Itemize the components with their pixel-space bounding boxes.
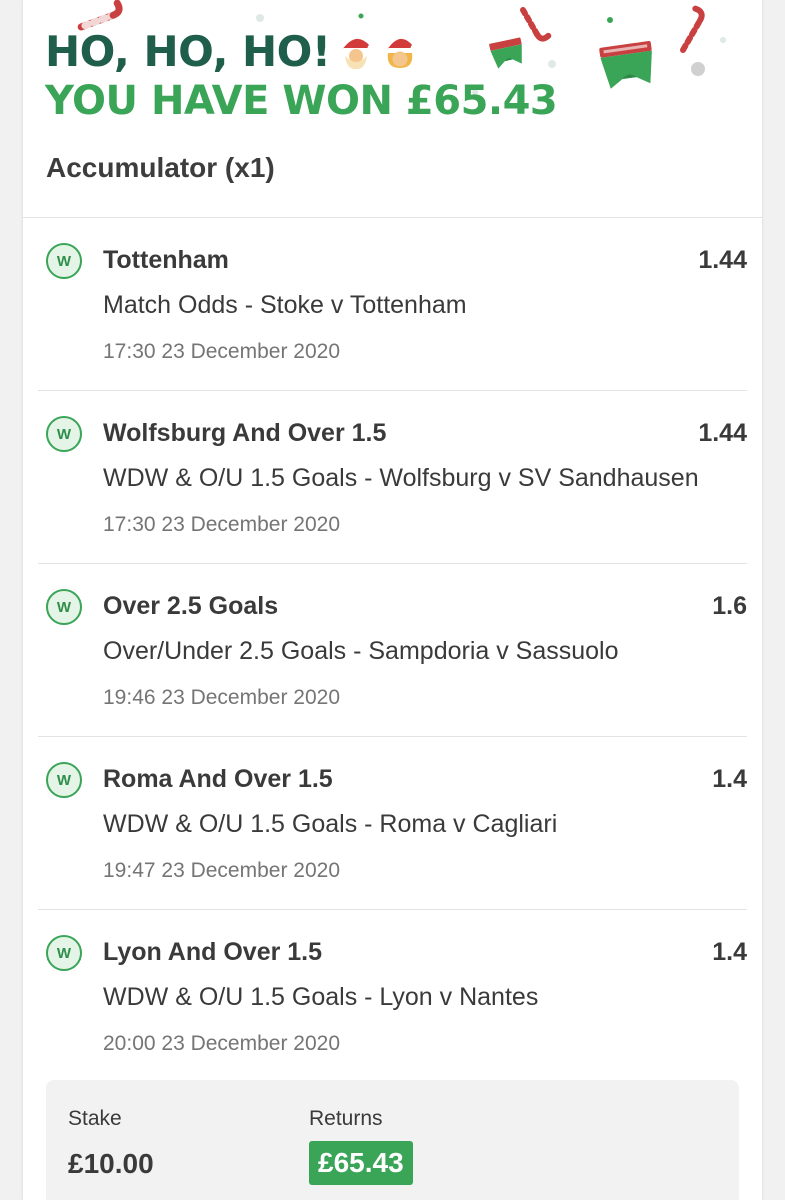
event-time: 17:30 23 December 2020	[103, 340, 340, 363]
underpants-icon	[599, 41, 652, 89]
win-status-icon: W	[46, 762, 82, 798]
win-status-icon: W	[46, 416, 82, 452]
list-item: W Roma And Over 1.5 1.4 WDW & O/U 1.5 Go…	[38, 737, 747, 910]
market-name: WDW & O/U 1.5 Goals - Roma v Cagliari	[103, 810, 558, 838]
market-name: WDW & O/U 1.5 Goals - Wolfsburg v SV San…	[103, 464, 699, 492]
event-time: 17:30 23 December 2020	[103, 513, 340, 536]
candy-cane-icon	[520, 7, 552, 42]
list-item: W Wolfsburg And Over 1.5 1.44 WDW & O/U …	[38, 391, 747, 564]
selection-odds: 1.4	[712, 765, 747, 793]
bet-legs-list: W Tottenham 1.44 Match Odds - Stoke v To…	[38, 218, 747, 1083]
event-time: 19:46 23 December 2020	[103, 686, 340, 709]
stake-value: £10.00	[68, 1148, 154, 1179]
market-name: Over/Under 2.5 Goals - Sampdoria v Sassu…	[103, 637, 619, 665]
santa-emoji-icon	[341, 38, 375, 70]
selection-name: Lyon And Over 1.5	[103, 938, 323, 966]
returns-value: £65.43	[309, 1141, 413, 1185]
banner-headline: HO, HO, HO!	[45, 28, 419, 76]
market-name: Match Odds - Stoke v Tottenham	[103, 291, 467, 319]
list-item: W Tottenham 1.44 Match Odds - Stoke v To…	[38, 218, 747, 391]
bet-card: HO, HO, HO! YOU HAVE WON £65.43 Accumula…	[23, 0, 762, 1200]
win-status-icon: W	[46, 243, 82, 279]
selection-odds: 1.44	[698, 246, 747, 274]
market-name: WDW & O/U 1.5 Goals - Lyon v Nantes	[103, 983, 539, 1011]
candy-cane-icon	[680, 5, 705, 53]
win-status-icon: W	[46, 589, 82, 625]
selection-name: Roma And Over 1.5	[103, 765, 333, 793]
mrs-claus-emoji-icon	[386, 38, 418, 68]
event-time: 19:47 23 December 2020	[103, 859, 340, 882]
returns-label: Returns	[309, 1107, 383, 1130]
banner-win-amount: YOU HAVE WON £65.43	[45, 78, 558, 124]
list-item: W Over 2.5 Goals 1.6 Over/Under 2.5 Goal…	[38, 564, 747, 737]
event-time: 20:00 23 December 2020	[103, 1032, 340, 1055]
candy-cane-icon	[77, 0, 123, 31]
selection-name: Wolfsburg And Over 1.5	[103, 419, 387, 447]
underpants-icon	[489, 37, 522, 69]
list-item: W Lyon And Over 1.5 1.4 WDW & O/U 1.5 Go…	[38, 910, 747, 1083]
bet-summary: Stake £10.00 Returns £65.43	[46, 1080, 739, 1200]
selection-odds: 1.44	[698, 419, 747, 447]
selection-odds: 1.6	[712, 592, 747, 620]
selection-odds: 1.4	[712, 938, 747, 966]
selection-name: Tottenham	[103, 246, 229, 274]
stake-label: Stake	[68, 1107, 122, 1130]
selection-name: Over 2.5 Goals	[103, 592, 279, 620]
win-status-icon: W	[46, 935, 82, 971]
bet-type-title: Accumulator (x1)	[46, 152, 275, 183]
